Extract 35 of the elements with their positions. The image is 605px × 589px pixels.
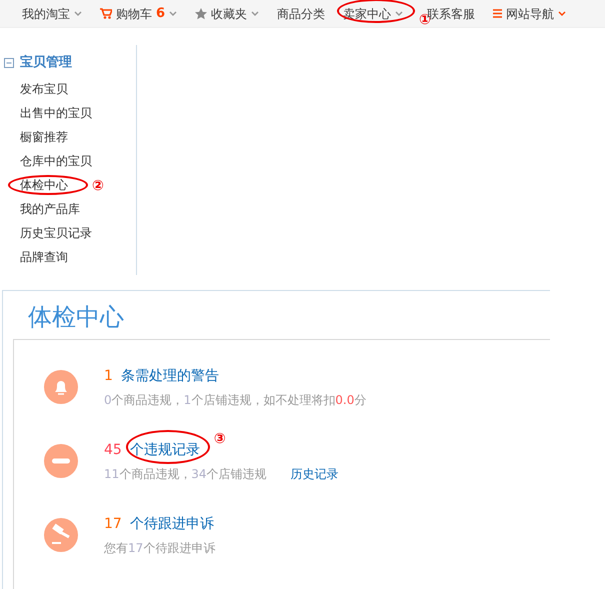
cart-count: 6 (156, 4, 166, 23)
detail-text: 11个商品违规，34个店铺违规 (104, 466, 267, 482)
alert-link[interactable]: 个违规记录 (130, 442, 200, 458)
gavel-icon (44, 518, 78, 552)
nav-link[interactable]: 购物车 (116, 4, 152, 22)
detail-text: 您有17个待跟进申诉 (104, 540, 216, 556)
bell-icon (44, 370, 78, 404)
sidebar-item[interactable]: 仓库中的宝贝 (4, 148, 92, 172)
annotation-number: ② (92, 178, 104, 192)
count: 45 (104, 440, 122, 460)
nav-link[interactable]: 网站导航 (506, 4, 554, 22)
sidebar-item[interactable]: 体检中心 (4, 172, 68, 196)
star-icon (195, 8, 208, 20)
count: 17 (104, 514, 122, 534)
nav-link[interactable]: 收藏夹 (211, 4, 248, 22)
page-title: 体检中心 (28, 303, 124, 331)
sidebar-item[interactable]: 发布宝贝 (4, 76, 68, 100)
sidebar-item[interactable]: 我的产品库 (4, 196, 80, 220)
nav-link[interactable]: 卖家中心 (343, 4, 392, 22)
menu-icon (493, 9, 502, 18)
minus-icon (44, 444, 78, 478)
history-link[interactable]: 历史记录 (290, 464, 339, 482)
nav-link[interactable]: 我的淘宝 (22, 4, 70, 22)
detail-text: 0个商品违规，1个店铺违规，如不处理将扣0.0分 (104, 392, 366, 408)
count: 1 (104, 366, 113, 386)
sidebar-item[interactable]: 历史宝贝记录 (4, 220, 92, 244)
sidebar-item[interactable]: 橱窗推荐 (4, 124, 68, 148)
nav-link[interactable]: 商品分类 (277, 4, 326, 22)
alert-link[interactable]: 个待跟进申诉 (130, 516, 214, 532)
cart-icon (100, 8, 112, 19)
sidebar-item[interactable]: 出售中的宝贝 (4, 100, 92, 124)
annotation-number: ③ (214, 432, 226, 446)
sidebar-heading[interactable]: 宝贝管理 (20, 53, 72, 72)
sidebar-item[interactable]: 品牌查询 (4, 244, 68, 268)
alert-link[interactable]: 条需处理的警告 (120, 368, 219, 384)
